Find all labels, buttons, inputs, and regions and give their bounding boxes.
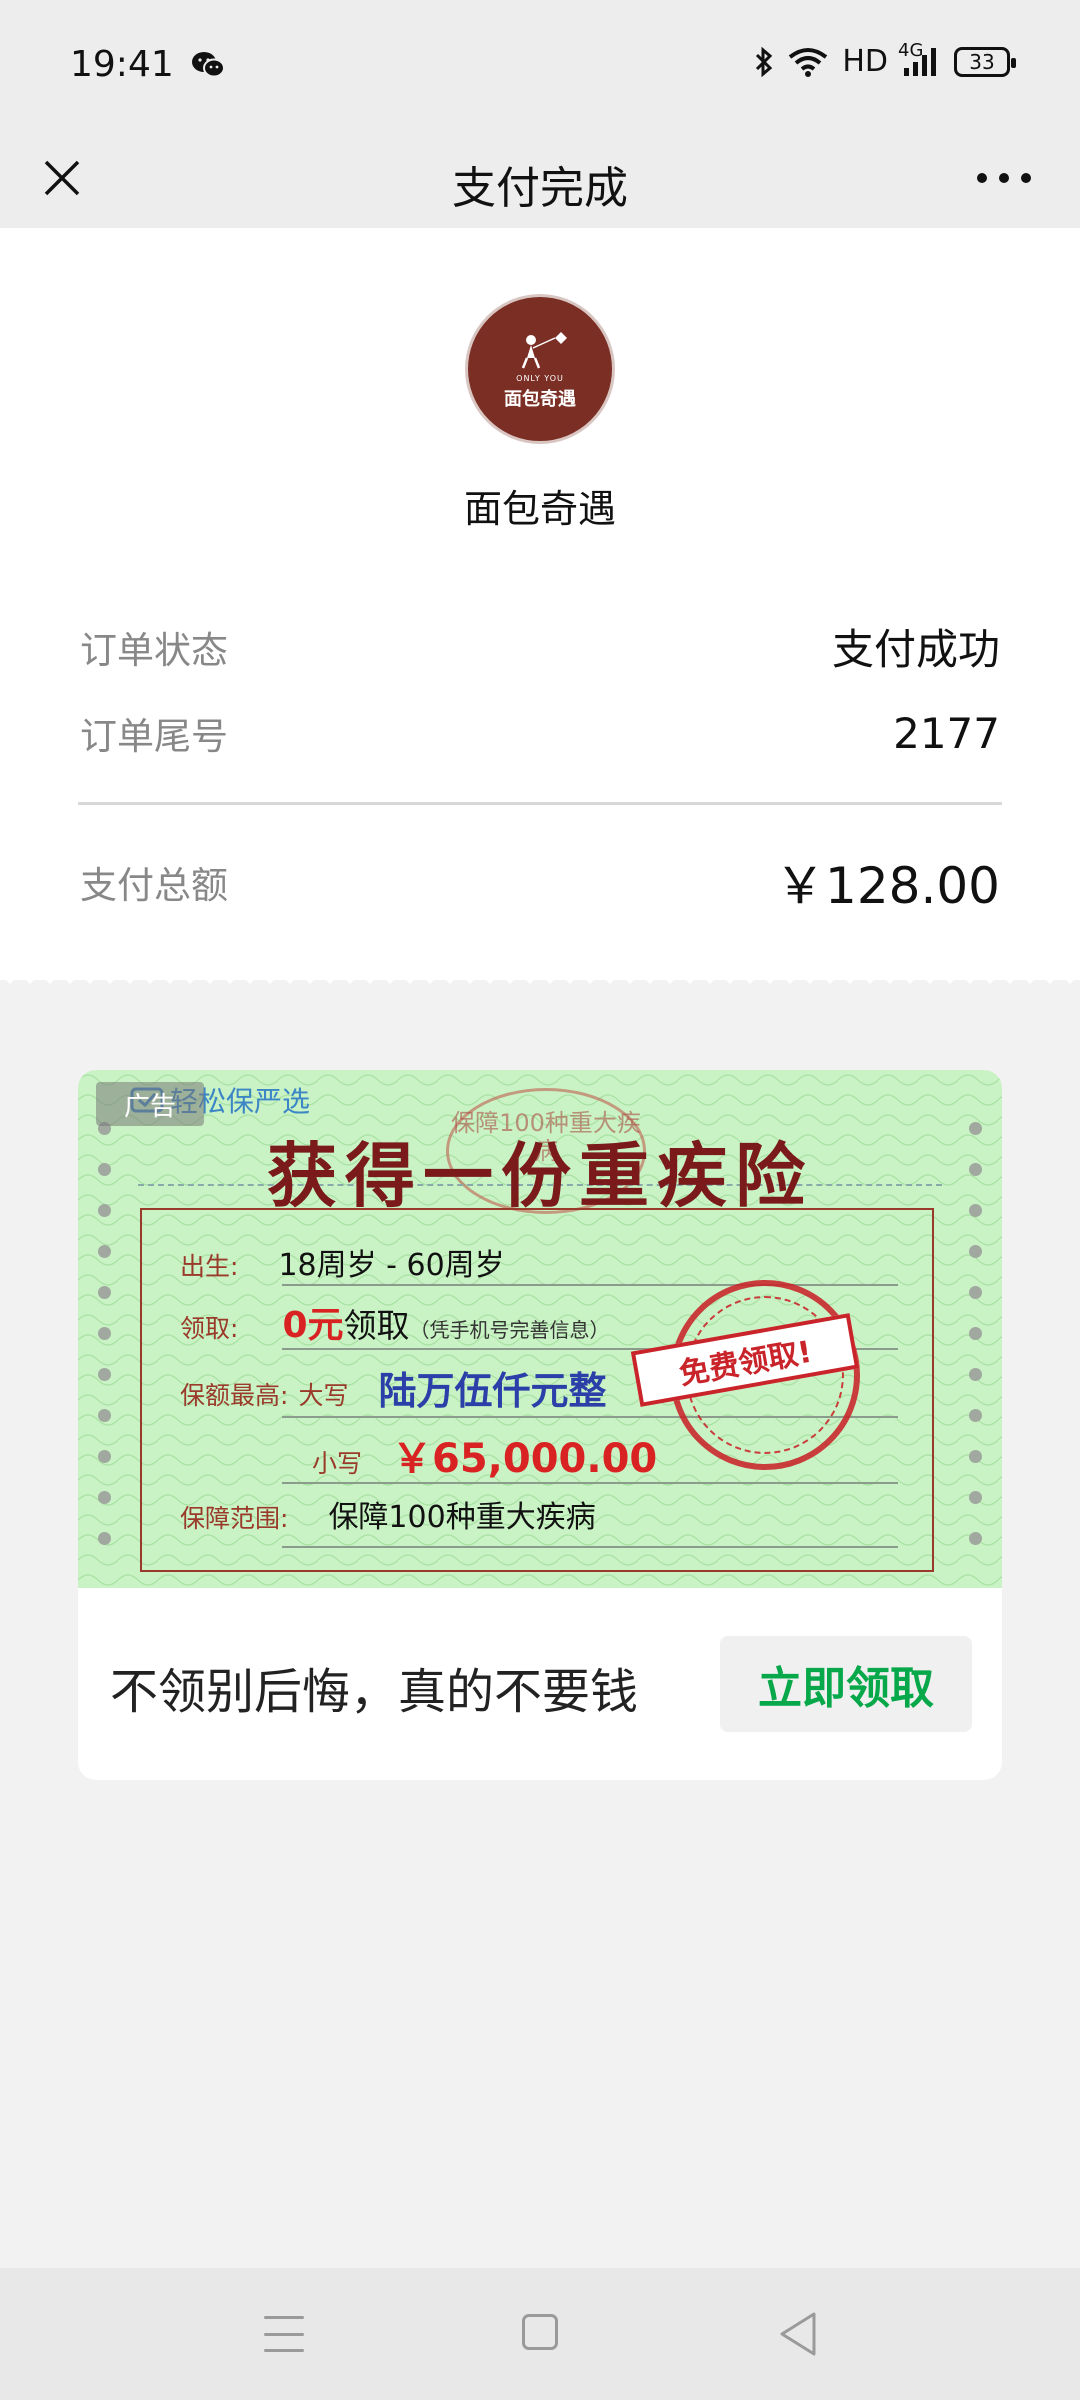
lower-value: ￥65,000.00	[392, 1436, 658, 1482]
total-row: 支付总额 ￥128.00	[80, 846, 1000, 918]
wifi-icon	[789, 47, 828, 77]
network-label: HD	[842, 44, 888, 79]
home-icon[interactable]	[522, 2314, 558, 2350]
scope-label: 保障范围:	[180, 1504, 289, 1533]
menu-icon[interactable]	[264, 2316, 304, 2352]
merchant-logo[interactable]: ONLY YOU 面包奇遇	[465, 294, 615, 444]
receipt-card: ONLY YOU 面包奇遇 面包奇遇 订单状态 支付成功 订单尾号 2177 支…	[0, 228, 1080, 980]
total-label: 支付总额	[80, 864, 228, 907]
more-icon	[977, 173, 1031, 183]
birth-label: 出生:	[180, 1252, 239, 1281]
upper-value: 陆万伍仟元整	[378, 1369, 607, 1413]
signal-type-label: 4G	[898, 39, 924, 61]
logo-name: 面包奇遇	[504, 388, 576, 410]
wechat-icon	[192, 52, 225, 78]
ad-slogan: 不领别后悔，真的不要钱	[110, 1664, 639, 1720]
merchant-name: 面包奇遇	[463, 487, 616, 531]
order-suffix-row: 订单尾号 2177	[80, 706, 1000, 760]
claim-price: 0元	[282, 1305, 344, 1346]
claim-now-button[interactable]: 立即领取	[720, 1636, 972, 1732]
coverage-label: 保额最高:	[180, 1381, 289, 1410]
upper-label: 大写	[298, 1381, 349, 1410]
coverage-upper-field: 保额最高: 大写 陆万伍仟元整	[180, 1360, 606, 1415]
scope-value: 保障100种重大疾病	[328, 1500, 596, 1535]
logo-tagline: ONLY YOU	[516, 373, 564, 383]
claim-text: 领取	[343, 1306, 410, 1345]
battery-icon: 33	[954, 46, 1016, 77]
system-nav-bar	[0, 2268, 1080, 2400]
claim-note: （凭手机号完善信息）	[409, 1318, 610, 1342]
ad-tag: 广告	[96, 1082, 204, 1126]
receipt-zigzag-edge	[0, 968, 1080, 984]
ad-banner[interactable]: 广告 轻松保严选 保障100种重大疾病 获得一份重疾险 出生: 18周岁 - 6…	[78, 1070, 1002, 1588]
order-status-label: 订单状态	[80, 628, 228, 672]
scope-field: 保障范围: 保障100种重大疾病	[180, 1492, 596, 1536]
coverage-lower-field: 小写 ￥65,000.00	[312, 1426, 657, 1484]
order-suffix-label: 订单尾号	[80, 715, 228, 758]
claim-label: 领取:	[180, 1314, 239, 1343]
bluetooth-icon	[756, 46, 773, 77]
more-button[interactable]	[964, 146, 1044, 210]
battery-level: 33	[969, 49, 995, 74]
claim-field: 领取: 0元 领取 （凭手机号完善信息）	[180, 1296, 610, 1348]
ad-card[interactable]: 广告 轻松保严选 保障100种重大疾病 获得一份重疾险 出生: 18周岁 - 6…	[78, 1070, 1002, 1780]
receipt-divider	[78, 802, 1002, 805]
ad-footer: 不领别后悔，真的不要钱 立即领取	[78, 1588, 1002, 1780]
back-icon[interactable]	[776, 2310, 820, 2358]
lower-label: 小写	[312, 1449, 363, 1478]
nav-bar: 支付完成	[0, 128, 1080, 228]
birth-value: 18周岁 - 60周岁	[278, 1248, 505, 1283]
order-suffix-value: 2177	[893, 708, 1000, 758]
status-time: 19:41	[70, 44, 174, 85]
order-status-value: 支付成功	[831, 625, 1000, 674]
total-amount: ￥128.00	[775, 857, 1000, 915]
order-status-row: 订单状态 支付成功	[80, 616, 1000, 677]
girl-balloon-icon	[521, 331, 567, 368]
birth-field: 出生: 18周岁 - 60周岁	[180, 1240, 505, 1284]
page-title: 支付完成	[452, 163, 628, 214]
ad-headline: 获得一份重疾险	[267, 1135, 813, 1217]
status-bar: 19:41 HD 4G 33	[0, 0, 1080, 128]
